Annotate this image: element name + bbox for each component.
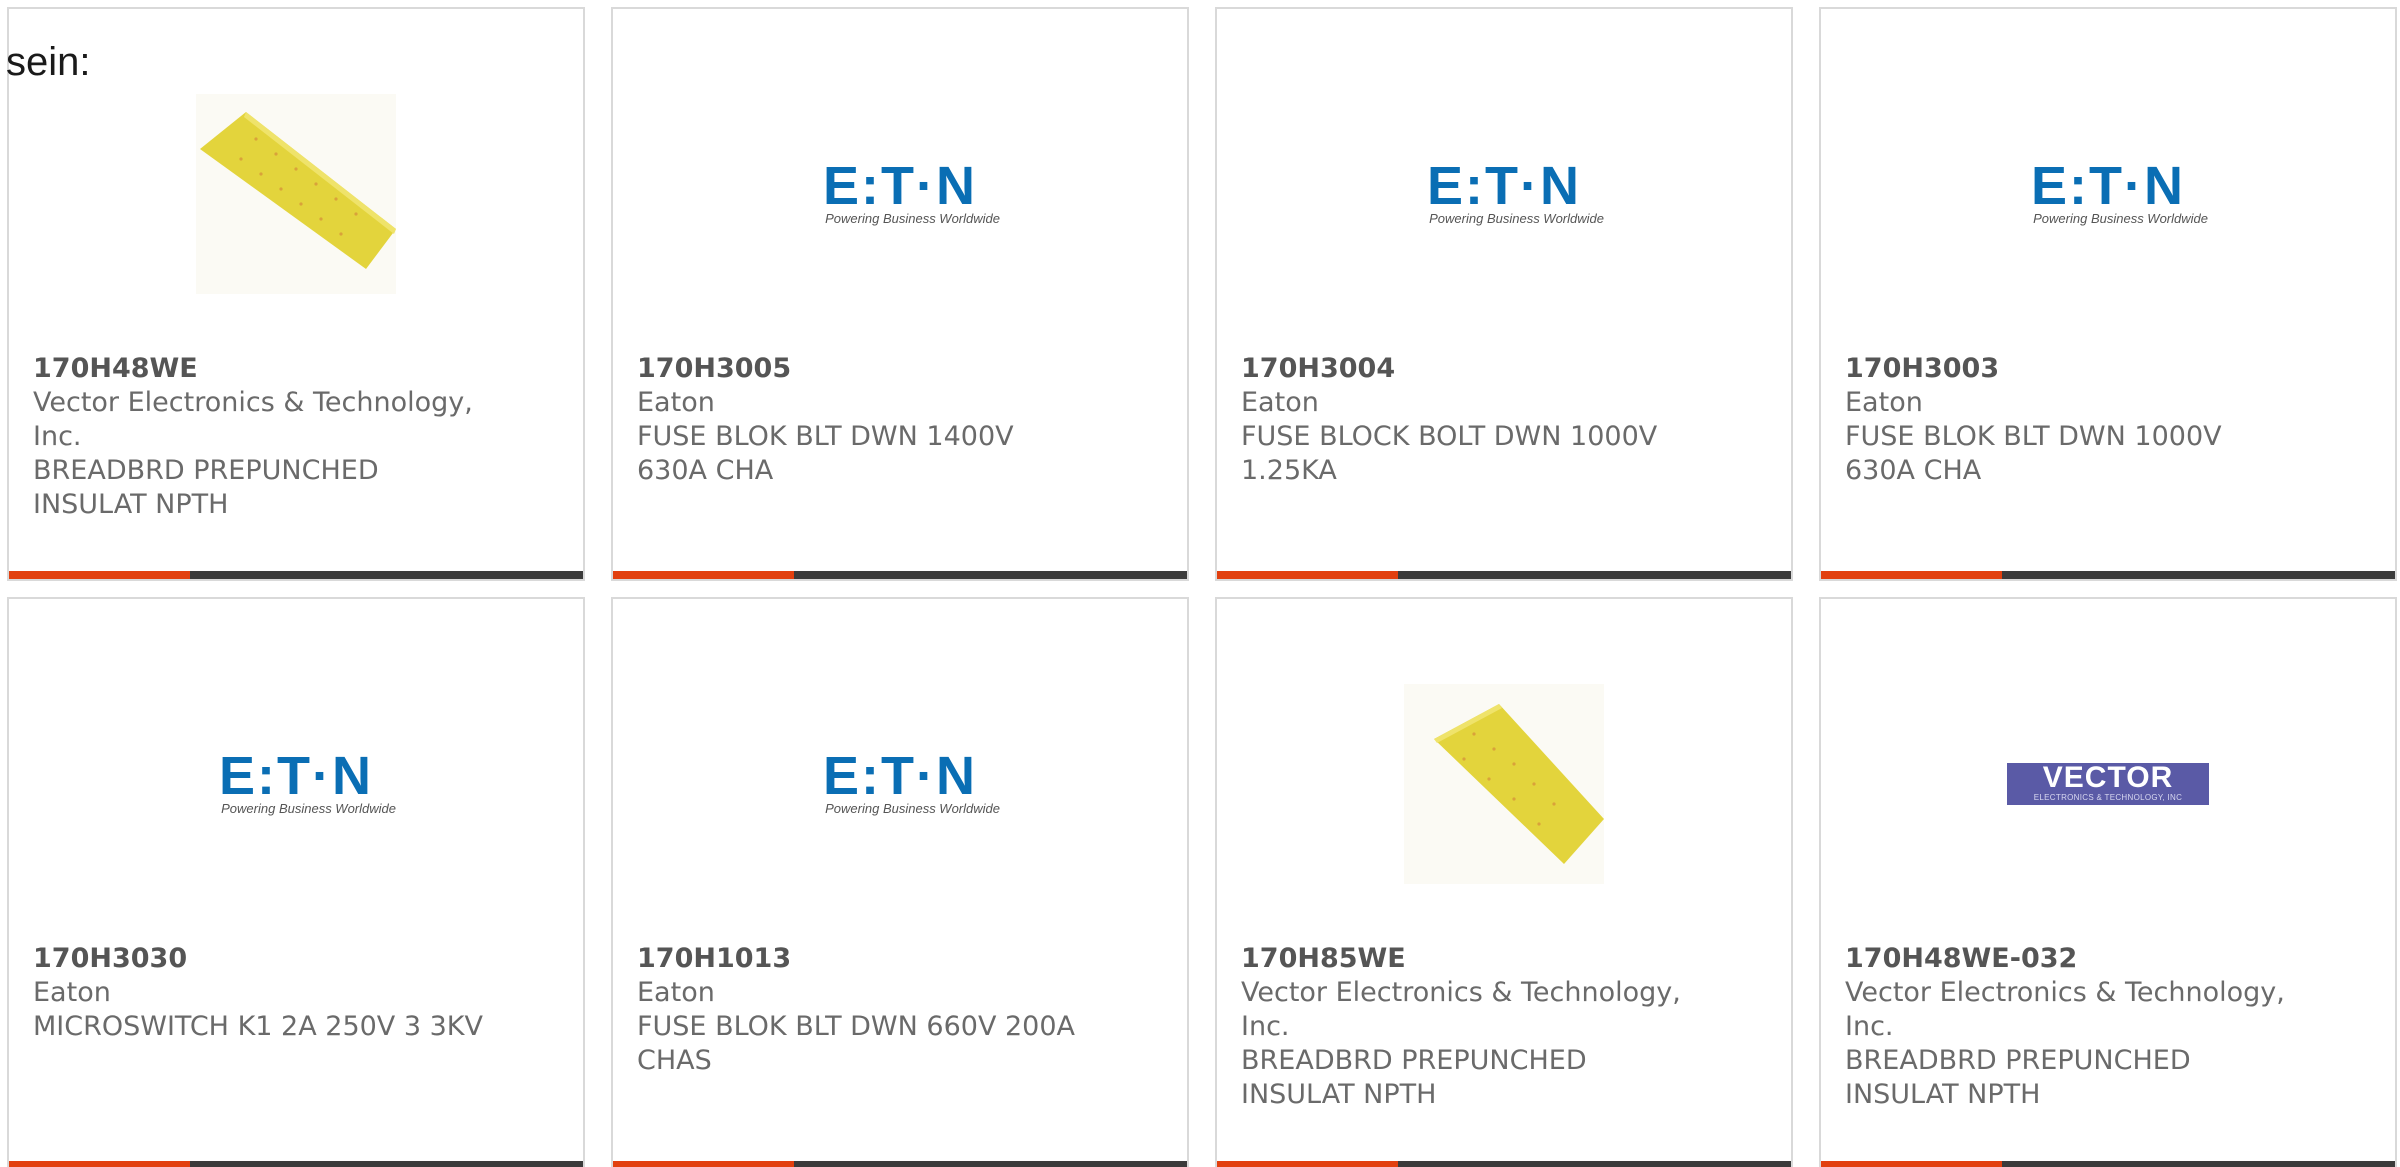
eaton-logo-word: E:T·N <box>1427 156 1581 216</box>
accent-bar <box>1821 571 2002 579</box>
eaton-logo: E:T·N Powering Business Worldwide <box>798 746 1002 817</box>
product-grid: 170H48WE Vector Electronics & Technology… <box>7 7 2400 1167</box>
manufacturer: Vector Electronics & Technology, Inc. <box>1241 977 1681 1042</box>
part-number[interactable]: 170H3005 <box>637 353 791 384</box>
manufacturer: Eaton <box>1241 387 1319 418</box>
eaton-logo-tagline: Powering Business Worldwide <box>1429 211 1604 226</box>
product-info: 170H48WE Vector Electronics & Technology… <box>33 352 483 522</box>
part-number[interactable]: 170H3030 <box>33 943 187 974</box>
product-image-area[interactable]: E:T·N Powering Business Worldwide <box>613 69 1187 319</box>
product-info: 170H3004 Eaton FUSE BLOCK BOLT DWN 1000V… <box>1241 352 1691 488</box>
eaton-logo-word: E:T·N <box>2031 156 2185 216</box>
description: FUSE BLOK BLT DWN 1000V 630A CHA <box>1845 421 2222 486</box>
product-card[interactable]: E:T·N Powering Business Worldwide 170H30… <box>1819 7 2397 581</box>
eaton-logo-word: E:T·N <box>823 156 977 216</box>
part-number[interactable]: 170H3003 <box>1845 353 1999 384</box>
card-footer-bar <box>613 1161 1187 1167</box>
product-info: 170H3005 Eaton FUSE BLOK BLT DWN 1400V 6… <box>637 352 1087 488</box>
eaton-logo: E:T·N Powering Business Worldwide <box>194 746 398 817</box>
card-footer-bar <box>613 571 1187 579</box>
product-info: 170H85WE Vector Electronics & Technology… <box>1241 942 1691 1112</box>
vector-logo: VECTOR ELECTRONICS & TECHNOLOGY, INC <box>2007 763 2209 805</box>
vector-logo-word: VECTOR <box>2042 761 2174 794</box>
eaton-logo: E:T·N Powering Business Worldwide <box>2006 156 2210 227</box>
intro-text: sein: <box>6 40 91 84</box>
eaton-logo-tagline: Powering Business Worldwide <box>825 211 1000 226</box>
accent-bar <box>613 571 794 579</box>
eaton-logo-word: E:T·N <box>219 746 373 806</box>
description: FUSE BLOK BLT DWN 660V 200A CHAS <box>637 1011 1075 1076</box>
manufacturer: Eaton <box>1845 387 1923 418</box>
breadboard-image <box>196 94 396 294</box>
accent-bar <box>1217 1161 1398 1167</box>
description: BREADBRD PREPUNCHED INSULAT NPTH <box>1241 1045 1587 1110</box>
manufacturer: Vector Electronics & Technology, Inc. <box>1845 977 2285 1042</box>
eaton-logo-tagline: Powering Business Worldwide <box>2033 211 2208 226</box>
manufacturer: Eaton <box>637 977 715 1008</box>
product-image-area[interactable]: E:T·N Powering Business Worldwide <box>1217 69 1791 319</box>
product-image-area[interactable]: E:T·N Powering Business Worldwide <box>9 659 583 909</box>
product-info: 170H3030 Eaton MICROSWITCH K1 2A 250V 3 … <box>33 942 483 1044</box>
eaton-logo-tagline: Powering Business Worldwide <box>825 801 1000 816</box>
product-image-area[interactable]: E:T·N Powering Business Worldwide <box>1821 69 2395 319</box>
description: FUSE BLOK BLT DWN 1400V 630A CHA <box>637 421 1014 486</box>
eaton-logo: E:T·N Powering Business Worldwide <box>798 156 1002 227</box>
accent-bar <box>1821 1161 2002 1167</box>
card-footer-bar <box>1217 1161 1791 1167</box>
description: BREADBRD PREPUNCHED INSULAT NPTH <box>33 455 379 520</box>
product-card[interactable]: E:T·N Powering Business Worldwide 170H10… <box>611 597 1189 1167</box>
manufacturer: Eaton <box>637 387 715 418</box>
product-image-area[interactable]: E:T·N Powering Business Worldwide <box>613 659 1187 909</box>
manufacturer: Vector Electronics & Technology, Inc. <box>33 387 473 452</box>
vector-logo-subtitle: ELECTRONICS & TECHNOLOGY, INC <box>2033 793 2183 802</box>
product-info: 170H1013 Eaton FUSE BLOK BLT DWN 660V 20… <box>637 942 1087 1078</box>
description: BREADBRD PREPUNCHED INSULAT NPTH <box>1845 1045 2191 1110</box>
manufacturer: Eaton <box>33 977 111 1008</box>
card-footer-bar <box>9 571 583 579</box>
accent-bar <box>1217 571 1398 579</box>
part-number[interactable]: 170H3004 <box>1241 353 1395 384</box>
description: FUSE BLOCK BOLT DWN 1000V 1.25KA <box>1241 421 1658 486</box>
eaton-logo-tagline: Powering Business Worldwide <box>221 801 396 816</box>
product-card[interactable]: 170H85WE Vector Electronics & Technology… <box>1215 597 1793 1167</box>
part-number[interactable]: 170H48WE <box>33 353 198 384</box>
accent-bar <box>613 1161 794 1167</box>
card-footer-bar <box>1821 1161 2395 1167</box>
eaton-logo: E:T·N Powering Business Worldwide <box>1402 156 1606 227</box>
description: MICROSWITCH K1 2A 250V 3 3KV <box>33 1011 483 1042</box>
product-card[interactable]: 170H48WE Vector Electronics & Technology… <box>7 7 585 581</box>
card-footer-bar <box>1217 571 1791 579</box>
product-image-area[interactable] <box>1217 659 1791 909</box>
part-number[interactable]: 170H1013 <box>637 943 791 974</box>
breadboard-image <box>1404 684 1604 884</box>
accent-bar <box>9 1161 190 1167</box>
eaton-logo-word: E:T·N <box>823 746 977 806</box>
product-image-area[interactable] <box>9 69 583 319</box>
product-info: 170H48WE-032 Vector Electronics & Techno… <box>1845 942 2295 1112</box>
product-card[interactable]: E:T·N Powering Business Worldwide 170H30… <box>7 597 585 1167</box>
card-footer-bar <box>9 1161 583 1167</box>
page: sein: 170H48WE Vector Electronics & Tech… <box>0 0 2400 1167</box>
product-card[interactable]: E:T·N Powering Business Worldwide 170H30… <box>1215 7 1793 581</box>
product-card[interactable]: E:T·N Powering Business Worldwide 170H30… <box>611 7 1189 581</box>
product-image-area[interactable]: VECTOR ELECTRONICS & TECHNOLOGY, INC <box>1821 659 2395 909</box>
part-number[interactable]: 170H85WE <box>1241 943 1406 974</box>
accent-bar <box>9 571 190 579</box>
card-footer-bar <box>1821 571 2395 579</box>
part-number[interactable]: 170H48WE-032 <box>1845 943 2077 974</box>
product-info: 170H3003 Eaton FUSE BLOK BLT DWN 1000V 6… <box>1845 352 2295 488</box>
product-card[interactable]: VECTOR ELECTRONICS & TECHNOLOGY, INC 170… <box>1819 597 2397 1167</box>
